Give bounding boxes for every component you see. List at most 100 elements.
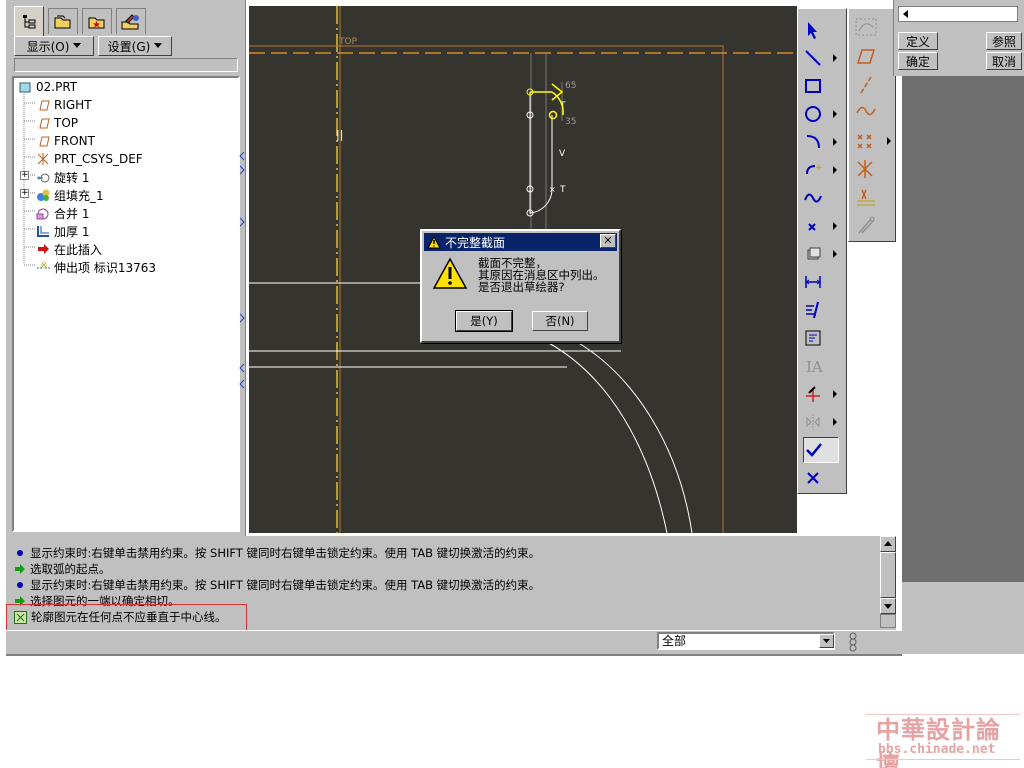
message-scrollbar[interactable]	[880, 536, 896, 628]
reference-curve	[546, 341, 668, 533]
flyout-arrow-icon[interactable]	[833, 390, 837, 398]
dashboard-scrollbar[interactable]	[898, 6, 1018, 22]
datum-csys-icon[interactable]	[855, 159, 877, 179]
dropdown-arrow-icon	[823, 639, 830, 643]
expand-revolve[interactable]: +	[20, 171, 29, 180]
scroll-down-button[interactable]	[880, 598, 896, 614]
sketch-toolbar: + IA	[797, 8, 847, 494]
message-line: 显示约束时:右键单击禁用约束。按 SHIFT 键同时右键单击锁定约束。使用 TA…	[14, 577, 540, 593]
ok-button[interactable]: 确定	[898, 52, 938, 70]
tab-folder-browser[interactable]	[48, 8, 78, 34]
constraint-icon	[805, 330, 821, 346]
select-tool-button[interactable]	[803, 17, 839, 43]
settings-menu-button[interactable]: 设置(G)	[98, 36, 172, 56]
sketch-arrow-icon	[551, 83, 564, 101]
tree-item-merge[interactable]: 合并 1	[36, 204, 89, 222]
filter-dropdown-button[interactable]	[819, 634, 834, 648]
define-label: 定义	[905, 34, 930, 49]
tab-favorites[interactable]	[82, 8, 112, 34]
datum-display-icon[interactable]	[855, 17, 877, 37]
arc-icon	[806, 135, 820, 149]
scroll-down-icon	[884, 604, 892, 609]
modify-tool-button[interactable]	[803, 297, 839, 323]
rectangle-tool-button[interactable]	[803, 73, 839, 99]
tree-item-revolve[interactable]: 旋转 1	[36, 168, 89, 186]
text-tool-button[interactable]: IA	[803, 353, 839, 379]
references-button[interactable]: 参照	[986, 32, 1022, 50]
selection-filter-select[interactable]: 全部	[657, 632, 835, 650]
dropdown-arrow-icon	[73, 43, 82, 48]
dialog-title-bar[interactable]: 不完整截面	[424, 233, 617, 251]
tab-model-tree[interactable]	[14, 6, 44, 36]
sketch-vertex	[548, 110, 558, 120]
tree-item-label: TOP	[54, 116, 79, 130]
dimension-tool-button[interactable]	[803, 269, 839, 295]
model-tree: 02.PRT RIGHT TOP FRONT PRT_CSYS_DEF + 旋转…	[12, 76, 240, 532]
continue-button[interactable]	[803, 437, 839, 463]
tree-item-right[interactable]: RIGHT	[36, 96, 92, 114]
tab-connections[interactable]	[116, 8, 146, 34]
dialog-close-button[interactable]: ✕	[600, 234, 616, 248]
tree-item-part[interactable]: 02.PRT	[18, 78, 77, 96]
no-button[interactable]: 否(N)	[532, 311, 588, 331]
mirror-tool-button[interactable]	[803, 409, 839, 435]
analysis-icon[interactable]	[855, 187, 877, 207]
tree-item-label: RIGHT	[54, 98, 92, 112]
yes-button[interactable]: 是(Y)	[455, 310, 513, 332]
scroll-up-button[interactable]	[880, 536, 896, 552]
tree-item-front[interactable]: FRONT	[36, 132, 95, 150]
line-tool-button[interactable]	[803, 45, 839, 71]
use-edge-tool-button[interactable]	[803, 241, 839, 267]
spline-tool-button[interactable]	[803, 185, 839, 211]
datum-plane-icon[interactable]	[855, 47, 877, 67]
tree-item-top[interactable]: TOP	[36, 114, 78, 132]
flyout-arrow-icon[interactable]	[833, 110, 837, 118]
references-label: 参照	[991, 34, 1016, 49]
sketch-point-marker: ×	[549, 185, 556, 194]
fillet-icon: +	[806, 163, 823, 175]
tree-item-thicken[interactable]: 加厚 1	[36, 222, 89, 240]
tree-item-protrusion[interactable]: ※ 伸出项 标识13763	[36, 258, 156, 276]
group-icon	[37, 189, 50, 201]
datum-point-icon[interactable]	[855, 131, 877, 151]
tree-item-label: 旋转 1	[54, 170, 90, 185]
flyout-arrow-icon[interactable]	[833, 54, 837, 62]
datum-plane-icon	[39, 100, 50, 111]
sash-arrows[interactable]	[236, 150, 248, 390]
arc-tool-button[interactable]	[803, 129, 839, 155]
quit-sketch-button[interactable]	[803, 465, 839, 491]
trim-tool-button[interactable]	[803, 381, 839, 407]
error-icon	[14, 610, 27, 624]
expand-group[interactable]: +	[20, 189, 29, 198]
trim-icon	[806, 386, 820, 402]
tree-filter-bar[interactable]	[14, 58, 238, 72]
tree-item-label: PRT_CSYS_DEF	[54, 152, 143, 166]
flyout-arrow-icon[interactable]	[833, 138, 837, 146]
tree-item-group[interactable]: 组填充_1	[36, 186, 104, 204]
flyout-arrow-icon[interactable]	[833, 166, 837, 174]
flyout-arrow-icon[interactable]	[887, 137, 891, 145]
define-button[interactable]: 定义	[898, 32, 938, 50]
datum-label-top: TOP	[338, 37, 358, 47]
sketch-tool-icon[interactable]	[855, 215, 877, 235]
message-text: 显示约束时:右键单击禁用约束。按 SHIFT 键同时右键单击锁定约束。使用 TA…	[30, 578, 541, 592]
cancel-button[interactable]: 取消	[986, 52, 1022, 70]
show-menu-button[interactable]: 显示(O)	[14, 36, 94, 56]
scroll-thumb[interactable]	[880, 552, 896, 598]
use-edge-icon	[807, 247, 821, 260]
point-tool-button[interactable]	[803, 213, 839, 239]
tree-item-label: 加厚 1	[54, 224, 90, 239]
constraint-tool-button[interactable]	[803, 325, 839, 351]
tree-item-insert-here[interactable]: 在此插入	[36, 240, 102, 258]
tree-item-csys[interactable]: PRT_CSYS_DEF	[36, 150, 143, 168]
dimension-icon	[805, 276, 821, 288]
watermark-url: bbs.chinade.net	[878, 742, 996, 757]
datum-axis-icon[interactable]	[855, 75, 877, 95]
flyout-arrow-icon[interactable]	[833, 418, 837, 426]
flyout-arrow-icon[interactable]	[833, 222, 837, 230]
fillet-tool-button[interactable]: +	[803, 157, 839, 183]
flyout-arrow-icon[interactable]	[833, 250, 837, 258]
scroll-left-icon[interactable]	[899, 7, 911, 21]
circle-tool-button[interactable]	[803, 101, 839, 127]
datum-curve-icon[interactable]	[855, 101, 877, 121]
